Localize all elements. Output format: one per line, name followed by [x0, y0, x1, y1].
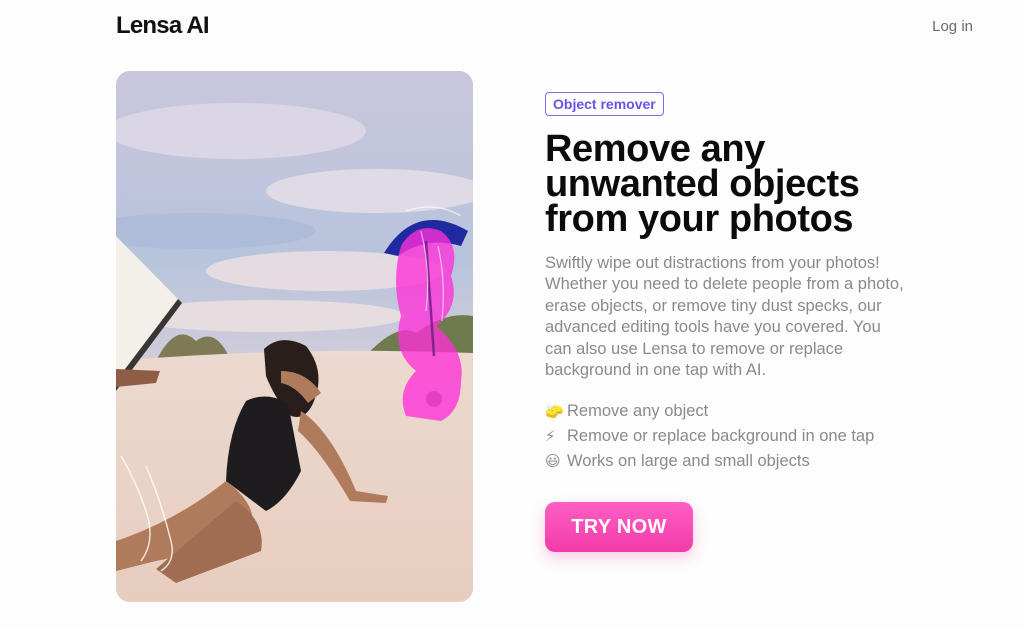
lensa-logo[interactable]: Lensa AI — [116, 12, 210, 40]
login-link[interactable]: Log in — [932, 18, 973, 35]
smiley-icon: 😃 — [545, 453, 561, 471]
feature-item: 😃 Works on large and small objects — [545, 449, 945, 474]
beach-photo-illustration — [116, 71, 473, 602]
hero-photo — [116, 71, 473, 602]
lightning-icon: ⚡ — [545, 428, 556, 446]
hero-description: Swiftly wipe out distractions from your … — [545, 254, 904, 380]
try-now-button[interactable]: TRY NOW — [545, 502, 693, 553]
feature-label: Works on large and small objects — [567, 452, 810, 471]
hero-content: Object remover Remove any unwanted objec… — [545, 92, 945, 553]
feature-list: 🧽 Remove any object ⚡ Remove or replace … — [545, 399, 945, 474]
feature-item: ⚡ Remove or replace background in one ta… — [545, 424, 945, 449]
feature-label: Remove or replace background in one tap — [567, 427, 875, 446]
page: Lensa AI Log in Object remover Remove an… — [0, 0, 1024, 630]
page-title: Remove any unwanted objects from your ph… — [545, 128, 860, 240]
feature-item: 🧽 Remove any object — [545, 399, 945, 424]
feature-label: Remove any object — [567, 402, 709, 421]
eraser-icon: 🧽 — [545, 403, 564, 421]
object-remover-badge: Object remover — [545, 92, 664, 116]
